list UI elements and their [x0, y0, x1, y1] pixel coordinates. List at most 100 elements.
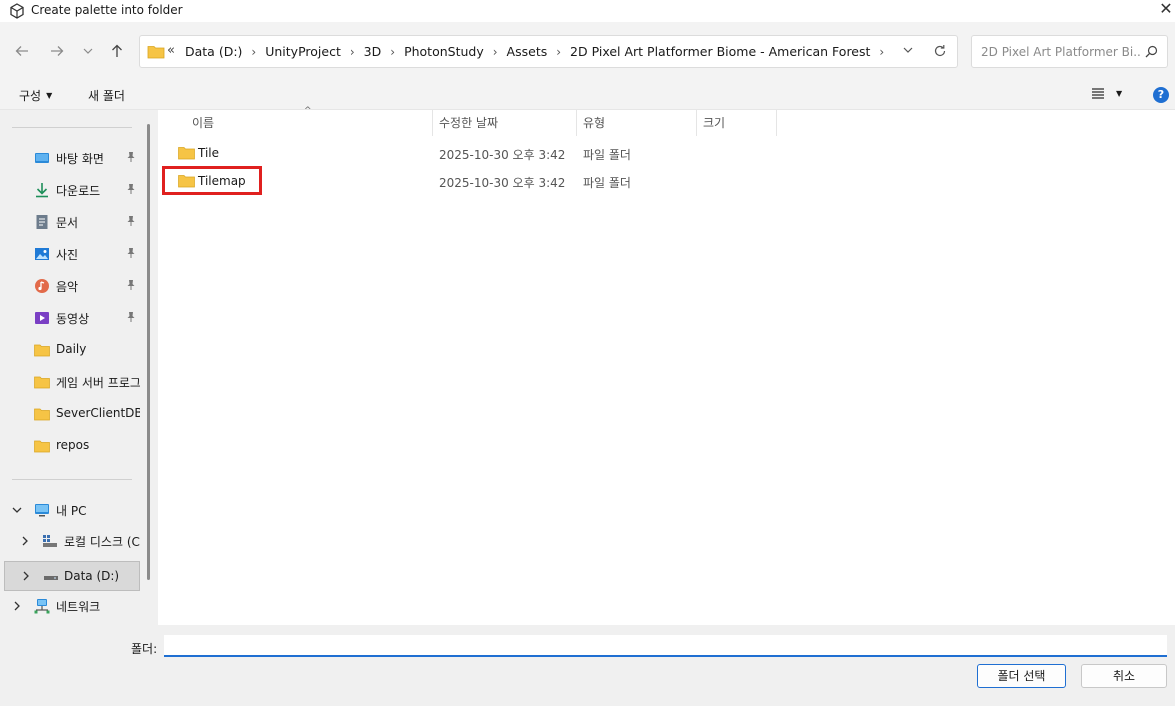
overflow-chevron-icon[interactable]: « — [167, 43, 175, 58]
chevron-right-icon[interactable] — [20, 536, 30, 546]
chevron-right-icon[interactable] — [21, 571, 31, 581]
column-divider[interactable] — [432, 110, 433, 136]
column-label: 이름 — [192, 116, 215, 130]
folder-icon — [34, 408, 50, 421]
highlight-annotation — [162, 166, 262, 195]
column-header-type[interactable]: 유형 — [583, 114, 605, 136]
view-options-button[interactable]: ▼ — [1091, 87, 1122, 99]
chevron-down-icon[interactable] — [12, 505, 22, 515]
close-icon[interactable]: ✕ — [1157, 0, 1175, 20]
organize-label: 구성 — [19, 89, 42, 103]
breadcrumb-item[interactable]: 2D Pixel Art Platformer Biome - American… — [570, 44, 870, 59]
sidebar-item-daily[interactable]: Daily — [0, 338, 140, 362]
address-dropdown-chevron-icon[interactable] — [903, 45, 913, 55]
pc-icon — [35, 504, 49, 517]
sidebar-item-label: repos — [56, 438, 90, 452]
navigation-pane: 바탕 화면 다운로드 문서 사진 음악 동영상 Daily 게임 서버 프로그 … — [0, 110, 151, 625]
list-item[interactable]: Tilemap 2025-10-30 오후 3:42 파일 폴더 — [158, 168, 1175, 196]
sidebar-item-documents[interactable]: 문서 — [0, 210, 140, 234]
sidebar-item-videos[interactable]: 동영상 — [0, 306, 140, 330]
pin-icon — [127, 248, 135, 258]
breadcrumb-item[interactable]: Assets — [507, 44, 548, 59]
sidebar-item-label: Data (D:) — [64, 569, 120, 583]
list-item[interactable]: Tile 2025-10-30 오후 3:42 파일 폴더 — [158, 140, 1175, 168]
drive-d-icon — [44, 576, 58, 580]
file-type: 파일 폴더 — [583, 176, 631, 190]
sidebar-item-label: 게임 서버 프로그 — [56, 376, 140, 390]
document-icon — [36, 215, 48, 229]
sidebar-item-music[interactable]: 음악 — [0, 274, 140, 298]
folder-icon — [147, 46, 165, 59]
folder-name-field[interactable] — [164, 635, 1167, 657]
back-arrow-icon[interactable] — [11, 40, 33, 62]
pin-icon — [127, 152, 135, 162]
cancel-button[interactable]: 취소 — [1081, 664, 1167, 688]
breadcrumb-separator-icon[interactable]: › — [251, 45, 256, 59]
select-folder-button[interactable]: 폴더 선택 — [977, 664, 1066, 688]
divider — [12, 479, 132, 480]
drive-c-icon — [43, 535, 57, 547]
column-divider[interactable] — [696, 110, 697, 136]
music-icon — [35, 279, 49, 293]
refresh-icon[interactable] — [933, 44, 947, 58]
command-toolbar: 구성 ▼ 새 폴더 ▼ ? — [0, 82, 1175, 110]
network-icon — [34, 599, 50, 614]
folder-icon — [34, 344, 50, 357]
sidebar-item-game-server[interactable]: 게임 서버 프로그 — [0, 370, 140, 394]
folder-icon — [178, 147, 195, 160]
file-name: Tile — [198, 146, 220, 160]
help-icon[interactable]: ? — [1153, 87, 1169, 103]
column-divider[interactable] — [776, 110, 777, 136]
sidebar-item-label: 로컬 디스크 (C — [64, 535, 140, 549]
new-folder-label: 새 폴더 — [88, 89, 125, 103]
sidebar-item-this-pc[interactable]: 내 PC — [0, 498, 140, 522]
breadcrumb-separator-icon[interactable]: › — [390, 45, 395, 59]
sidebar-item-network[interactable]: 네트워크 — [0, 594, 140, 618]
search-icon[interactable] — [1145, 45, 1158, 58]
divider — [12, 127, 132, 128]
sidebar-item-downloads[interactable]: 다운로드 — [0, 178, 140, 202]
column-divider[interactable] — [576, 110, 577, 136]
breadcrumb-separator-icon[interactable]: › — [350, 45, 355, 59]
breadcrumb-separator-icon[interactable]: › — [556, 45, 561, 59]
column-label: 크기 — [703, 116, 726, 130]
pictures-icon — [35, 248, 49, 260]
sidebar-item-data-d[interactable]: Data (D:) — [4, 561, 140, 591]
pin-icon — [127, 312, 135, 322]
breadcrumb-item[interactable]: Data (D:) — [185, 44, 242, 59]
sidebar-item-pictures[interactable]: 사진 — [0, 242, 140, 266]
sidebar-item-repos[interactable]: repos — [0, 434, 140, 458]
sidebar-scrollbar-thumb[interactable] — [147, 124, 150, 580]
file-modified: 2025-10-30 오후 3:42 — [439, 176, 566, 190]
search-input[interactable] — [981, 42, 1141, 62]
forward-arrow-icon[interactable] — [46, 40, 68, 62]
folder-field-label: 폴더: — [131, 642, 158, 656]
window-title: Create palette into folder — [31, 3, 183, 17]
file-list: 이름 ^ 수정한 날짜 유형 크기 Tile 2025-10-30 오후 3:4… — [158, 106, 1175, 625]
sidebar-item-severclientdb[interactable]: SeverClientDB — [0, 402, 140, 426]
chevron-right-icon[interactable] — [12, 601, 22, 611]
address-bar[interactable]: « Data (D:) › UnityProject › 3D › Photon… — [139, 35, 958, 68]
breadcrumb-item[interactable]: 3D — [364, 44, 382, 59]
column-header-modified[interactable]: 수정한 날짜 — [439, 114, 498, 136]
recent-locations-chevron-icon[interactable] — [77, 40, 99, 62]
folder-icon — [34, 376, 50, 389]
organize-menu-button[interactable]: 구성 ▼ — [19, 87, 52, 104]
pin-icon — [127, 216, 135, 226]
breadcrumb-item[interactable]: UnityProject — [265, 44, 341, 59]
unity-icon — [10, 3, 24, 19]
search-box[interactable] — [971, 35, 1168, 68]
file-modified: 2025-10-30 오후 3:42 — [439, 148, 566, 162]
column-header-size[interactable]: 크기 — [703, 114, 725, 136]
breadcrumb-item[interactable]: PhotonStudy — [404, 44, 484, 59]
up-arrow-icon[interactable] — [106, 40, 128, 62]
breadcrumb-separator-icon[interactable]: › — [879, 45, 884, 59]
new-folder-button[interactable]: 새 폴더 — [88, 87, 125, 104]
sidebar-item-desktop[interactable]: 바탕 화면 — [0, 146, 140, 170]
file-type: 파일 폴더 — [583, 148, 631, 162]
column-header-name[interactable]: 이름 — [192, 114, 214, 136]
breadcrumb: Data (D:) › UnityProject › 3D › PhotonSt… — [185, 44, 893, 59]
sidebar-item-local-disk-c[interactable]: 로컬 디스크 (C — [0, 529, 142, 553]
caret-down-icon: ▼ — [46, 91, 53, 100]
breadcrumb-separator-icon[interactable]: › — [493, 45, 498, 59]
